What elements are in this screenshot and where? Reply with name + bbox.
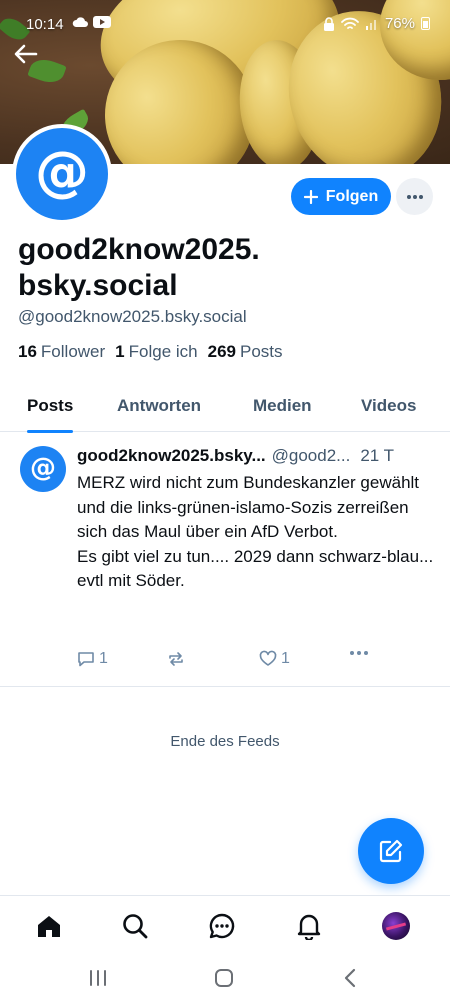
post-avatar-at-glyph: @ bbox=[30, 453, 56, 483]
bottom-navigation bbox=[0, 895, 450, 955]
tab-label: Posts bbox=[27, 396, 74, 415]
plus-icon bbox=[303, 189, 318, 204]
posts-count: 269 bbox=[207, 342, 236, 361]
recent-apps-button[interactable] bbox=[83, 963, 113, 993]
home-icon bbox=[38, 916, 60, 937]
post-author-avatar[interactable]: @ bbox=[20, 446, 66, 492]
edit-icon bbox=[379, 839, 403, 863]
post-author-handle: @good2... bbox=[271, 446, 351, 465]
back-button[interactable] bbox=[12, 40, 44, 72]
bell-icon bbox=[297, 914, 321, 940]
followers-count: 16 bbox=[18, 342, 37, 361]
profile-stats: 16 Follower 1 Folge ich 269 Posts bbox=[18, 342, 283, 362]
system-navigation-bar bbox=[0, 955, 450, 1000]
followers-stat[interactable]: 16 Follower bbox=[18, 342, 105, 362]
posts-stat: 269 Posts bbox=[208, 342, 283, 362]
post-actions: 1 1 bbox=[77, 650, 377, 674]
feed-post[interactable]: @ good2know2025.bsky... @good2... 21 T M… bbox=[0, 432, 450, 687]
like-button[interactable]: 1 bbox=[259, 650, 290, 668]
chevron-left-icon bbox=[344, 968, 356, 988]
tab-label: Videos bbox=[361, 396, 417, 415]
tab-media[interactable]: Medien bbox=[253, 380, 312, 432]
more-options-button[interactable] bbox=[396, 178, 433, 215]
heart-icon bbox=[259, 650, 277, 666]
status-time: 10:14 bbox=[26, 16, 64, 33]
tab-videos[interactable]: Videos bbox=[361, 380, 416, 432]
back-system-button[interactable] bbox=[335, 963, 365, 993]
tab-label: Medien bbox=[253, 396, 312, 415]
battery-percent: 76% bbox=[384, 15, 415, 32]
post-header: good2know2025.bsky... @good2... 21 T bbox=[77, 446, 437, 466]
nav-profile[interactable] bbox=[380, 910, 412, 942]
reply-count: 1 bbox=[99, 650, 108, 667]
youtube-icon bbox=[93, 16, 111, 28]
nav-search[interactable] bbox=[119, 910, 151, 942]
post-author-name[interactable]: good2know2025.bsky... bbox=[77, 446, 266, 466]
cloud-icon bbox=[72, 17, 88, 27]
status-notification-icons bbox=[72, 15, 111, 29]
profile-avatar[interactable]: @ bbox=[12, 124, 112, 224]
arrow-left-icon bbox=[14, 44, 38, 64]
home-square-icon bbox=[215, 969, 233, 987]
battery-icon bbox=[421, 17, 430, 30]
wifi-icon bbox=[341, 17, 359, 29]
recent-apps-icon bbox=[90, 970, 106, 986]
following-label: Folge ich bbox=[128, 342, 198, 361]
signal-icon bbox=[365, 19, 376, 30]
tab-posts[interactable]: Posts bbox=[27, 380, 74, 433]
home-system-button[interactable] bbox=[209, 963, 239, 993]
repost-button[interactable] bbox=[167, 650, 185, 668]
tab-label: Antworten bbox=[117, 396, 202, 415]
profile-tabs: Posts Antworten Medien Videos bbox=[0, 380, 450, 433]
reply-button[interactable]: 1 bbox=[77, 650, 108, 668]
chat-icon bbox=[209, 913, 235, 939]
posts-label: Posts bbox=[240, 342, 283, 361]
profile-handle: @good2know2025.bsky.social bbox=[18, 307, 247, 326]
tab-replies[interactable]: Antworten bbox=[117, 380, 201, 432]
ellipsis-icon bbox=[350, 651, 368, 655]
ellipsis-icon bbox=[406, 194, 423, 199]
search-icon bbox=[123, 914, 148, 939]
nav-notifications[interactable] bbox=[293, 910, 325, 942]
followers-label: Follower bbox=[40, 342, 106, 361]
repost-icon bbox=[169, 652, 183, 666]
comment-icon bbox=[78, 652, 94, 667]
post-text: MERZ wird nicht zum Bundeskanzler gewähl… bbox=[77, 473, 434, 590]
profile-avatar bbox=[382, 912, 410, 940]
post-timestamp: 21 T bbox=[360, 446, 395, 465]
display-name: good2know2025.bsky.social bbox=[18, 233, 260, 302]
post-more-button[interactable] bbox=[349, 650, 369, 656]
avatar-at-glyph: @ bbox=[35, 140, 89, 203]
following-count: 1 bbox=[115, 342, 125, 361]
following-stat[interactable]: 1 Folge ich bbox=[115, 342, 197, 362]
follow-label: Folgen bbox=[325, 187, 379, 205]
end-of-feed-text: Ende des Feeds bbox=[170, 733, 280, 750]
nav-chat[interactable] bbox=[206, 910, 238, 942]
follow-button[interactable]: Folgen bbox=[291, 178, 391, 215]
lock-icon bbox=[323, 16, 334, 31]
status-bar: 10:14 76% bbox=[0, 10, 450, 36]
compose-post-button[interactable] bbox=[358, 818, 424, 884]
status-right: 76% bbox=[323, 15, 430, 32]
like-count: 1 bbox=[281, 650, 290, 667]
nav-home[interactable] bbox=[33, 910, 65, 942]
